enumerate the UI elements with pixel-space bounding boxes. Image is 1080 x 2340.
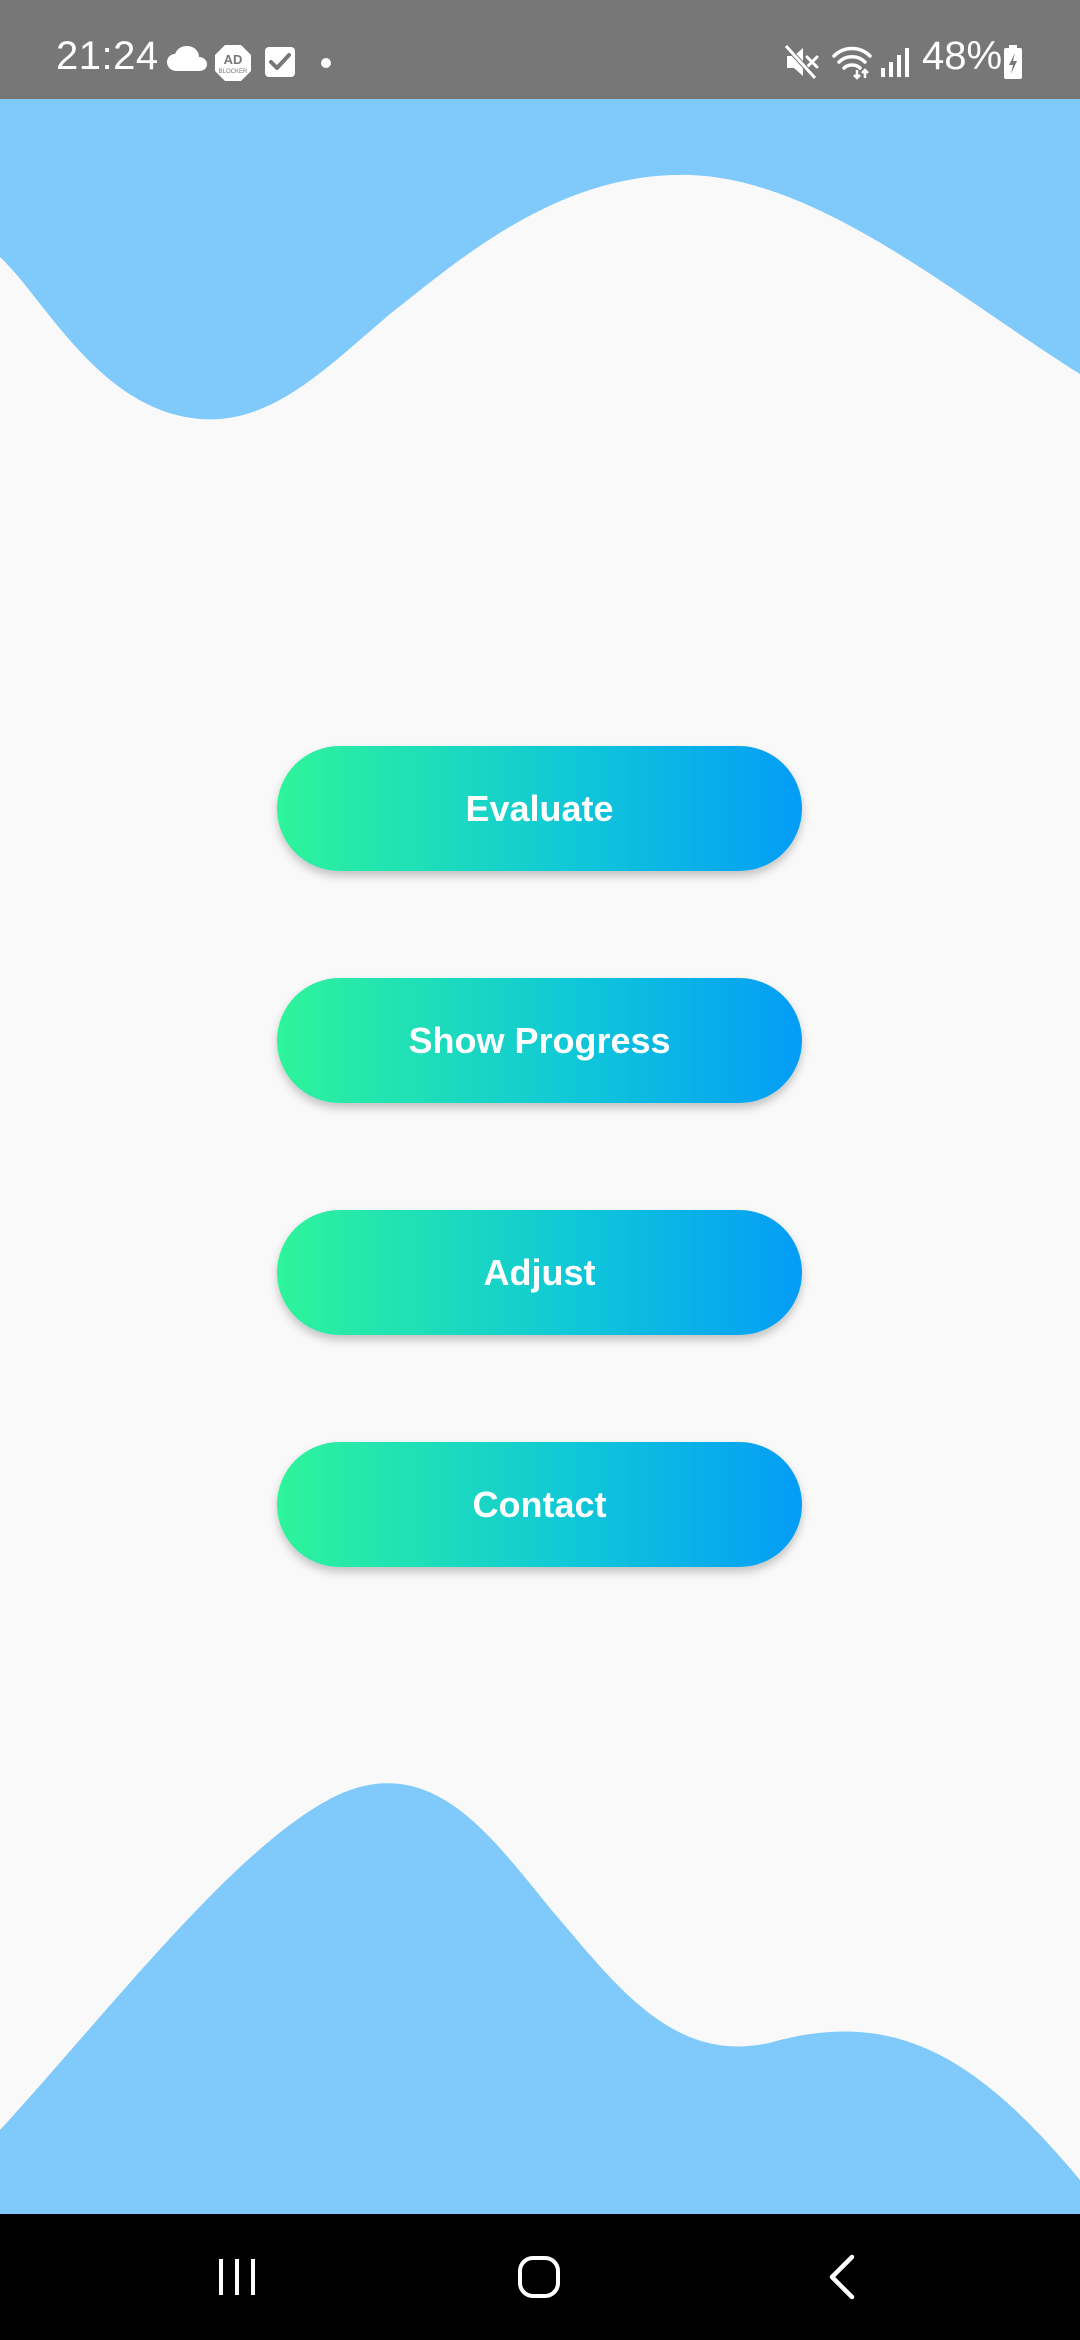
evaluate-button[interactable]: Evaluate xyxy=(277,746,802,871)
dot-icon xyxy=(321,58,331,68)
checkbox-icon xyxy=(265,47,295,77)
contact-button-label: Contact xyxy=(472,1483,607,1525)
show-progress-button-label: Show Progress xyxy=(408,1019,671,1061)
status-bar: 21:24 AD BLOCKER 48% xyxy=(0,0,1080,99)
battery-charging-icon xyxy=(1004,45,1022,79)
navigation-bar xyxy=(0,2214,1080,2340)
contact-button[interactable]: Contact xyxy=(277,1442,802,1567)
adjust-button-label: Adjust xyxy=(483,1251,596,1293)
ad-blocker-subtext: BLOCKER xyxy=(219,69,248,75)
bottom-wave-decoration xyxy=(0,1783,1080,2214)
recents-icon[interactable] xyxy=(177,2232,297,2322)
battery-percentage: 48% xyxy=(922,34,1003,78)
home-icon[interactable] xyxy=(479,2232,599,2322)
status-time: 21:24 xyxy=(56,34,159,78)
evaluate-button-label: Evaluate xyxy=(465,787,614,829)
signal-icon xyxy=(881,48,909,77)
ad-blocker-text: AD xyxy=(224,52,243,67)
top-wave-decoration xyxy=(0,99,1080,420)
show-progress-button[interactable]: Show Progress xyxy=(277,978,802,1103)
ad-blocker-icon: AD BLOCKER xyxy=(215,45,251,81)
adjust-button[interactable]: Adjust xyxy=(277,1210,802,1335)
mute-icon xyxy=(785,44,819,80)
wifi-icon xyxy=(832,46,872,80)
back-icon[interactable] xyxy=(782,2232,902,2322)
cloud-icon xyxy=(167,46,207,71)
